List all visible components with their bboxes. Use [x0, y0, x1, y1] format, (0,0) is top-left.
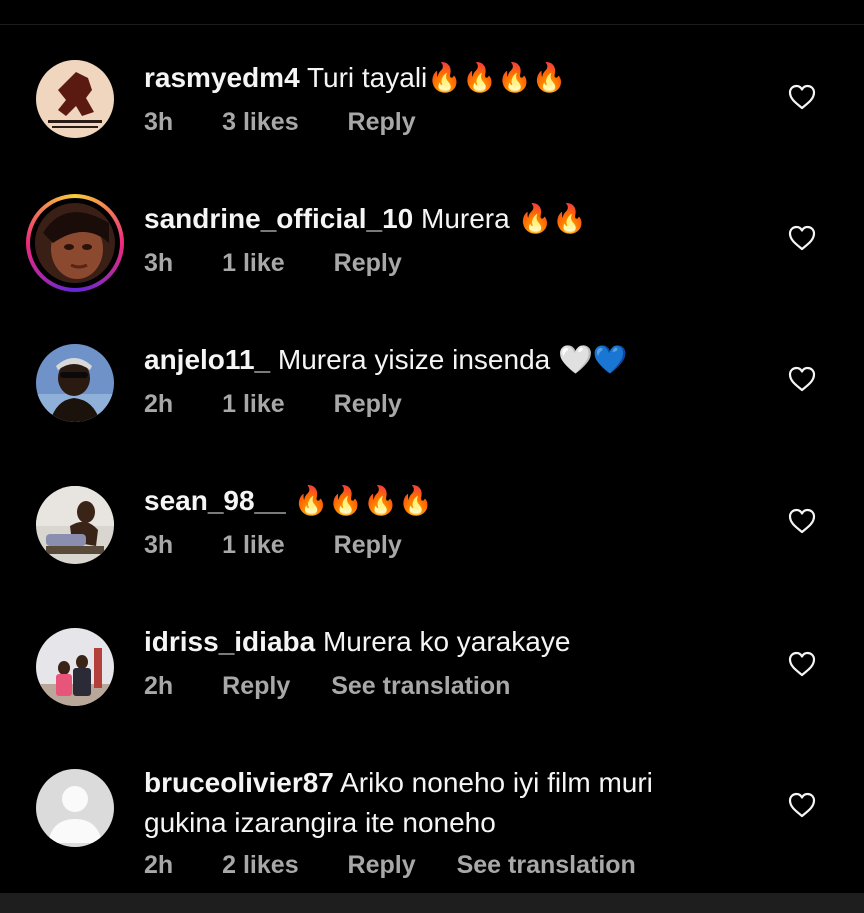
- comment-meta: 2h 2 likes Reply See translation: [144, 851, 636, 880]
- heart-icon[interactable]: [788, 792, 816, 818]
- avatar[interactable]: [36, 486, 114, 564]
- comment-time: 2h: [144, 390, 174, 418]
- reply-button[interactable]: Reply: [334, 390, 402, 419]
- comment-text: anjelo11_ Murera yisize insenda 🤍💙: [144, 340, 744, 380]
- comment-text: sean_98__ 🔥🔥🔥🔥: [144, 481, 744, 521]
- heart-icon[interactable]: [788, 84, 816, 110]
- reply-button[interactable]: Reply: [334, 531, 402, 560]
- comment-likes[interactable]: 1 like: [222, 390, 285, 419]
- comment-time: 3h: [144, 531, 174, 559]
- reply-button[interactable]: Reply: [222, 672, 290, 701]
- comment-username[interactable]: sean_98__: [144, 485, 286, 516]
- avatar-story-ring[interactable]: [26, 194, 124, 292]
- comment-username[interactable]: rasmyedm4: [144, 62, 300, 93]
- avatar[interactable]: [36, 60, 114, 138]
- comment-meta: 3h 3 likes Reply: [144, 108, 416, 137]
- comment-text: idriss_idiaba Murera ko yarakaye: [144, 622, 744, 662]
- comment-body: Murera yisize insenda 🤍💙: [277, 344, 628, 375]
- avatar[interactable]: [36, 769, 114, 847]
- comment-likes[interactable]: 1 like: [222, 249, 285, 278]
- comment-username[interactable]: bruceolivier87: [144, 767, 334, 798]
- comment-time: 2h: [144, 672, 174, 700]
- heart-icon[interactable]: [788, 508, 816, 534]
- comment-text: sandrine_official_10 Murera 🔥🔥: [144, 199, 744, 239]
- comment-likes[interactable]: 2 likes: [222, 851, 298, 880]
- comment-username[interactable]: anjelo11_: [144, 344, 270, 375]
- top-divider: [0, 24, 864, 25]
- comment-text: bruceolivier87 Ariko noneho iyi film mur…: [144, 763, 724, 843]
- reply-button[interactable]: Reply: [348, 108, 416, 137]
- see-translation-button[interactable]: See translation: [457, 851, 636, 880]
- comment-username[interactable]: sandrine_official_10: [144, 203, 413, 234]
- comment-body: Turi tayali🔥🔥🔥🔥: [306, 62, 567, 93]
- avatar: [35, 203, 115, 283]
- comment-meta: 2h 1 like Reply: [144, 390, 402, 419]
- comment-meta: 2h Reply See translation: [144, 672, 510, 701]
- comment-time: 2h: [144, 851, 174, 879]
- comment-likes[interactable]: 3 likes: [222, 108, 298, 137]
- comment-username[interactable]: idriss_idiaba: [144, 626, 315, 657]
- comment-text: rasmyedm4 Turi tayali🔥🔥🔥🔥: [144, 58, 744, 98]
- comment-time: 3h: [144, 249, 174, 277]
- comment-meta: 3h 1 like Reply: [144, 249, 402, 278]
- comment-likes[interactable]: 1 like: [222, 531, 285, 560]
- reply-button[interactable]: Reply: [334, 249, 402, 278]
- avatar[interactable]: [36, 628, 114, 706]
- heart-icon[interactable]: [788, 651, 816, 677]
- comment-time: 3h: [144, 108, 174, 136]
- bottom-bar: [0, 893, 864, 913]
- comment-body: 🔥🔥🔥🔥: [293, 485, 433, 516]
- comment-meta: 3h 1 like Reply: [144, 531, 402, 560]
- heart-icon[interactable]: [788, 366, 816, 392]
- see-translation-button[interactable]: See translation: [331, 672, 510, 701]
- reply-button[interactable]: Reply: [348, 851, 416, 880]
- default-avatar-icon: [36, 769, 114, 847]
- heart-icon[interactable]: [788, 225, 816, 251]
- comment-body: Murera ko yarakaye: [322, 626, 571, 657]
- avatar[interactable]: [36, 344, 114, 422]
- comment-body: Murera 🔥🔥: [421, 203, 588, 234]
